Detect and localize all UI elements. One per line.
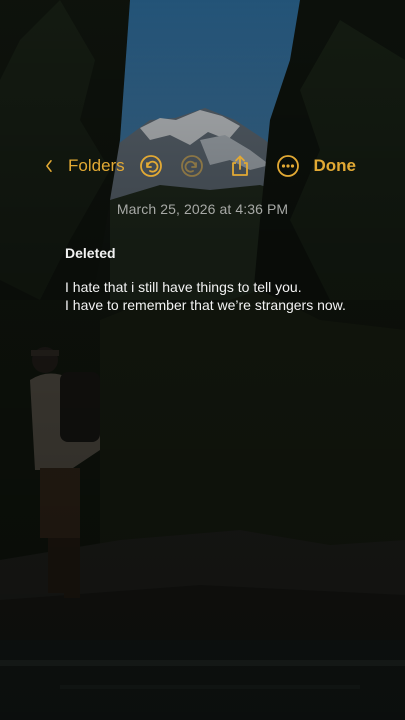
note-line: I have to remember that we’re strangers … bbox=[65, 297, 346, 313]
note-date: March 25, 2026 at 4:36 PM bbox=[116, 201, 289, 217]
undo-button[interactable] bbox=[139, 150, 163, 182]
share-icon bbox=[232, 155, 248, 176]
ellipsis-circle-icon bbox=[277, 155, 299, 177]
share-button[interactable] bbox=[228, 150, 252, 182]
back-button[interactable]: Folders bbox=[44, 150, 125, 182]
note-body: I hate that i still have things to tell … bbox=[65, 278, 385, 314]
background-photo bbox=[0, 0, 405, 720]
note-line: I hate that i still have things to tell … bbox=[65, 279, 302, 295]
redo-button[interactable] bbox=[180, 150, 204, 182]
done-button[interactable]: Done bbox=[314, 150, 357, 182]
note-title: Deleted bbox=[65, 245, 116, 261]
back-button-label: Folders bbox=[68, 156, 125, 175]
chevron-left-icon bbox=[46, 159, 52, 173]
redo-icon bbox=[181, 155, 203, 177]
undo-icon bbox=[140, 155, 162, 177]
note-toolbar: Folders Done bbox=[0, 150, 405, 182]
more-button[interactable] bbox=[276, 150, 300, 182]
note-content[interactable]: Deleted I hate that i still have things … bbox=[65, 245, 385, 314]
